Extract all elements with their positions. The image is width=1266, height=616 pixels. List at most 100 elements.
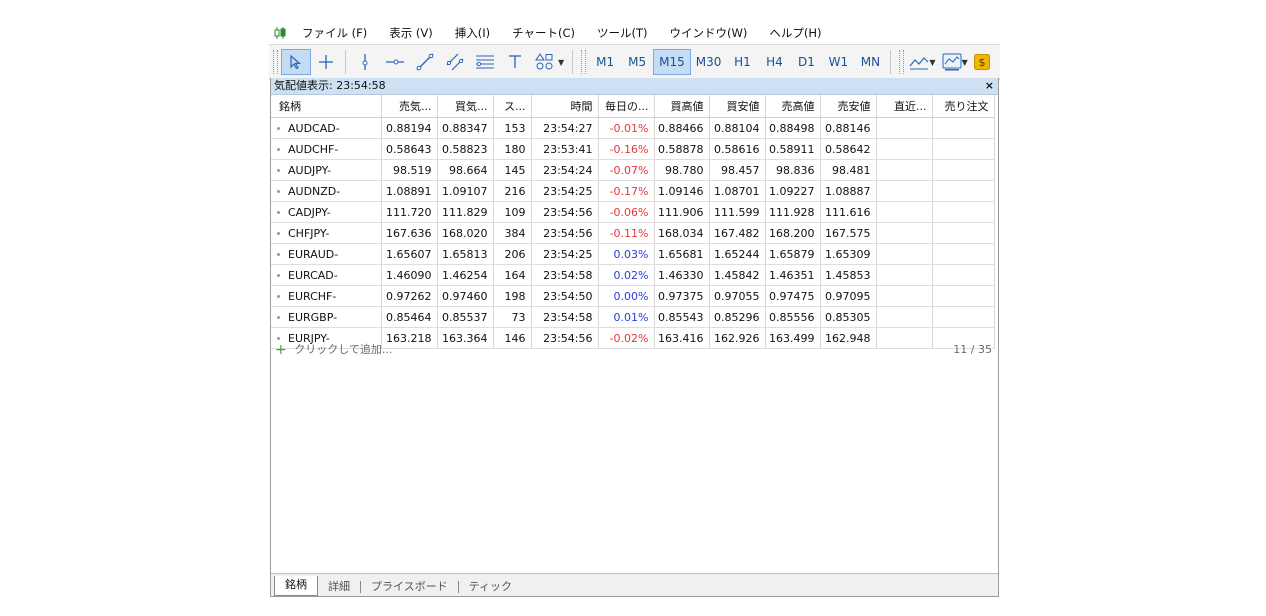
symbol-cell[interactable]: AUDCHF-	[271, 138, 382, 160]
chart-template-icon[interactable]	[940, 49, 964, 75]
cursor-icon[interactable]	[281, 49, 311, 75]
ask-cell: 111.829	[437, 201, 494, 223]
symbol-name: EURGBP-	[288, 310, 338, 324]
menu-window[interactable]: ウインドウ(W)	[659, 22, 759, 44]
symbol-cell[interactable]: AUDJPY-	[271, 159, 382, 181]
ask-high-cell: 168.200	[765, 222, 821, 244]
symbol-name: EURCAD-	[288, 268, 338, 282]
col-time[interactable]: 時間	[531, 95, 599, 118]
timeframe-h1[interactable]: H1	[726, 49, 758, 75]
channel-icon[interactable]	[440, 49, 470, 75]
col-sell-order[interactable]: 売り注文	[932, 95, 995, 118]
sell-order-cell	[932, 138, 995, 160]
menu-file[interactable]: ファイル (F)	[291, 22, 378, 44]
menu-help[interactable]: ヘルプ(H)	[758, 22, 832, 44]
timeframe-m15[interactable]: M15	[653, 49, 691, 75]
symbol-bullet-icon	[277, 211, 280, 214]
table-row[interactable]: CHFJPY- 167.636 168.020 384 23:54:56 -0.11% 16…	[271, 222, 995, 244]
bid-cell: 0.85464	[381, 306, 438, 328]
symbol-cell[interactable]: EURCAD-	[271, 264, 382, 286]
change-cell: -0.16%	[598, 138, 655, 160]
crosshair-icon[interactable]	[311, 49, 341, 75]
fibonacci-icon[interactable]	[470, 49, 500, 75]
tab-ticks[interactable]: ティック	[459, 578, 522, 596]
template-dropdown-icon[interactable]: ▼	[962, 58, 968, 67]
col-symbol[interactable]: 銘柄	[271, 95, 382, 118]
col-bid-low[interactable]: 買安値	[709, 95, 766, 118]
indicator-dropdown-icon[interactable]: ▼	[929, 58, 935, 67]
bid-high-cell: 111.906	[654, 201, 710, 223]
table-row[interactable]: EURCAD- 1.46090 1.46254 164 23:54:58 0.02% 1.4…	[271, 264, 995, 286]
indicator-icon[interactable]	[907, 49, 931, 75]
table-row[interactable]: AUDJPY- 98.519 98.664 145 23:54:24 -0.07% 98.7…	[271, 159, 995, 181]
tab-price-board[interactable]: プライスボード	[361, 578, 458, 596]
table-row[interactable]: AUDCAD- 0.88194 0.88347 153 23:54:27 -0.01% 0.…	[271, 117, 995, 139]
col-ask-high[interactable]: 売高値	[765, 95, 821, 118]
ask-high-cell: 1.09227	[765, 180, 821, 202]
col-bid[interactable]: 売気...	[381, 95, 438, 118]
table-row[interactable]: AUDNZD- 1.08891 1.09107 216 23:54:25 -0.17% 1.…	[271, 180, 995, 202]
table-row[interactable]: EURGBP- 0.85464 0.85537 73 23:54:58 0.01% 0.85…	[271, 306, 995, 328]
timeframe-m5[interactable]: M5	[621, 49, 653, 75]
market-icon[interactable]: $	[972, 49, 992, 75]
trendline-icon[interactable]	[410, 49, 440, 75]
toolbar-grip[interactable]	[581, 50, 587, 74]
spread-cell: 206	[493, 243, 532, 265]
symbol-bullet-icon	[277, 148, 280, 151]
timeframe-mn[interactable]: MN	[854, 49, 886, 75]
timeframe-w1[interactable]: W1	[822, 49, 854, 75]
symbol-cell[interactable]: CADJPY-	[271, 201, 382, 223]
symbol-name: AUDCHF-	[288, 142, 339, 156]
tab-symbols[interactable]: 銘柄	[274, 576, 318, 596]
tab-details[interactable]: 詳細	[318, 578, 360, 596]
symbol-count: 11 / 35	[953, 343, 992, 356]
close-icon[interactable]: ×	[985, 78, 994, 94]
menu-view[interactable]: 表示 (V)	[378, 22, 444, 44]
menu-insert[interactable]: 挿入(I)	[444, 22, 501, 44]
symbol-cell[interactable]: CHFJPY-	[271, 222, 382, 244]
panel-title-bar[interactable]: 気配値表示: 23:54:58 ×	[271, 78, 998, 95]
change-cell: -0.17%	[598, 180, 655, 202]
toolbar-grip[interactable]	[273, 50, 278, 74]
vertical-line-icon[interactable]	[350, 49, 380, 75]
table-row[interactable]: EURAUD- 1.65607 1.65813 206 23:54:25 0.03% 1.6…	[271, 243, 995, 265]
time-cell: 23:54:50	[531, 285, 599, 307]
ask-cell: 1.65813	[437, 243, 494, 265]
col-daily-change[interactable]: 毎日の...	[598, 95, 655, 118]
text-icon[interactable]	[500, 49, 530, 75]
symbol-cell[interactable]: EURAUD-	[271, 243, 382, 265]
change-cell: 0.00%	[598, 285, 655, 307]
ask-low-cell: 98.481	[820, 159, 877, 181]
timeframe-h4[interactable]: H4	[758, 49, 790, 75]
toolbar-grip[interactable]	[899, 50, 905, 74]
ask-cell: 0.85537	[437, 306, 494, 328]
add-symbol-row[interactable]: + クリックして追加... 11 / 35	[271, 340, 998, 360]
table-row[interactable]: AUDCHF- 0.58643 0.58823 180 23:53:41 -0.16% 0.…	[271, 138, 995, 160]
shapes-icon[interactable]	[530, 49, 560, 75]
symbol-cell[interactable]: AUDCAD-	[271, 117, 382, 139]
table-row[interactable]: CADJPY- 111.720 111.829 109 23:54:56 -0.06% 11…	[271, 201, 995, 223]
col-last[interactable]: 直近...	[876, 95, 933, 118]
sell-order-cell	[932, 201, 995, 223]
ask-low-cell: 0.85305	[820, 306, 877, 328]
bid-cell: 1.08891	[381, 180, 438, 202]
horizontal-line-icon[interactable]	[380, 49, 410, 75]
shapes-dropdown-icon[interactable]: ▼	[558, 58, 564, 67]
col-ask-low[interactable]: 売安値	[820, 95, 877, 118]
table-row[interactable]: EURCHF- 0.97262 0.97460 198 23:54:50 0.00% 0.9…	[271, 285, 995, 307]
col-spread[interactable]: ス...	[493, 95, 532, 118]
panel-tabs: 銘柄 詳細 プライスボード ティック	[271, 573, 998, 596]
menu-chart[interactable]: チャート(C)	[501, 22, 586, 44]
menu-tools[interactable]: ツール(T)	[586, 22, 659, 44]
symbol-name: CADJPY-	[288, 205, 331, 219]
symbol-cell[interactable]: EURGBP-	[271, 306, 382, 328]
col-bid-high[interactable]: 買高値	[654, 95, 710, 118]
timeframe-m30[interactable]: M30	[691, 49, 727, 75]
symbol-cell[interactable]: AUDNZD-	[271, 180, 382, 202]
col-ask[interactable]: 買気...	[437, 95, 494, 118]
timeframe-d1[interactable]: D1	[790, 49, 822, 75]
symbol-cell[interactable]: EURCHF-	[271, 285, 382, 307]
ask-low-cell: 0.97095	[820, 285, 877, 307]
bid-high-cell: 1.65681	[654, 243, 710, 265]
timeframe-m1[interactable]: M1	[589, 49, 621, 75]
